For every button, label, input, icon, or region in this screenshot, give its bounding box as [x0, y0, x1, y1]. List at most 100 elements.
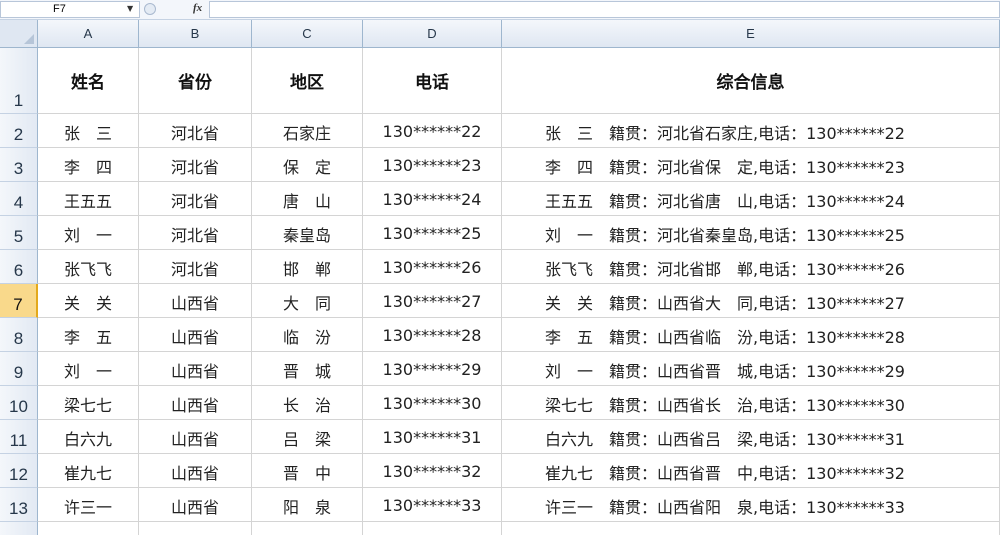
header-cell-d[interactable]: 电话 [363, 48, 502, 114]
cell-e13[interactable]: 许三一 籍贯：山西省阳 泉,电话：130******33 [502, 488, 1000, 522]
column-header-c[interactable]: C [252, 20, 363, 48]
row-header-12[interactable]: 12 [0, 454, 38, 488]
cell-a8[interactable]: 李 五 [38, 318, 139, 352]
cell-b13[interactable]: 山西省 [139, 488, 252, 522]
cell-b7[interactable]: 山西省 [139, 284, 252, 318]
cell-c2[interactable]: 石家庄 [252, 114, 363, 148]
row-header-11[interactable]: 11 [0, 420, 38, 454]
column-header-a[interactable]: A [38, 20, 139, 48]
row-header-14[interactable]: 14 [0, 522, 38, 535]
cell-d10[interactable]: 130******30 [363, 386, 502, 420]
cell-b9[interactable]: 山西省 [139, 352, 252, 386]
cell-e2[interactable]: 张 三 籍贯：河北省石家庄,电话：130******22 [502, 114, 1000, 148]
empty-cell-e14[interactable] [502, 522, 1000, 535]
row-number: 9 [13, 363, 24, 382]
cell-d11[interactable]: 130******31 [363, 420, 502, 454]
cell-b4[interactable]: 河北省 [139, 182, 252, 216]
row-header-7[interactable]: 7 [0, 284, 38, 318]
insert-function-icon[interactable]: fx [193, 1, 202, 16]
cell-d2[interactable]: 130******22 [363, 114, 502, 148]
empty-cell-c14[interactable] [252, 522, 363, 535]
cell-a11[interactable]: 白六九 [38, 420, 139, 454]
row-header-5[interactable]: 5 [0, 216, 38, 250]
cell-c12[interactable]: 晋 中 [252, 454, 363, 488]
row-number: 6 [13, 261, 24, 280]
cell-c7[interactable]: 大 同 [252, 284, 363, 318]
name-box[interactable]: F7 [0, 1, 140, 18]
cell-c13[interactable]: 阳 泉 [252, 488, 363, 522]
cell-e4[interactable]: 王五五 籍贯：河北省唐 山,电话：130******24 [502, 182, 1000, 216]
cell-d3[interactable]: 130******23 [363, 148, 502, 182]
row-header-10[interactable]: 10 [0, 386, 38, 420]
header-cell-e[interactable]: 综合信息 [502, 48, 1000, 114]
row-header-13[interactable]: 13 [0, 488, 38, 522]
cell-e12[interactable]: 崔九七 籍贯：山西省晋 中,电话：130******32 [502, 454, 1000, 488]
row-header-8[interactable]: 8 [0, 318, 38, 352]
cell-e5[interactable]: 刘 一 籍贯：河北省秦皇岛,电话：130******25 [502, 216, 1000, 250]
header-cell-a[interactable]: 姓名 [38, 48, 139, 114]
cell-d12[interactable]: 130******32 [363, 454, 502, 488]
empty-cell-b14[interactable] [139, 522, 252, 535]
cell-b10[interactable]: 山西省 [139, 386, 252, 420]
cell-d9[interactable]: 130******29 [363, 352, 502, 386]
formula-tools: fx [141, 1, 209, 18]
cell-c8[interactable]: 临 汾 [252, 318, 363, 352]
cell-b5[interactable]: 河北省 [139, 216, 252, 250]
cell-b6[interactable]: 河北省 [139, 250, 252, 284]
cell-a3[interactable]: 李 四 [38, 148, 139, 182]
cell-a5[interactable]: 刘 一 [38, 216, 139, 250]
formula-input[interactable] [209, 1, 1000, 18]
header-cell-b[interactable]: 省份 [139, 48, 252, 114]
row-header-2[interactable]: 2 [0, 114, 38, 148]
cell-b8[interactable]: 山西省 [139, 318, 252, 352]
name-box-dropdown-icon[interactable]: ▼ [127, 1, 133, 16]
cell-d13[interactable]: 130******33 [363, 488, 502, 522]
row-header-1[interactable]: 1 [0, 48, 38, 114]
cell-b2[interactable]: 河北省 [139, 114, 252, 148]
header-cell-c[interactable]: 地区 [252, 48, 363, 114]
cell-a12[interactable]: 崔九七 [38, 454, 139, 488]
cell-b3[interactable]: 河北省 [139, 148, 252, 182]
cell-e3[interactable]: 李 四 籍贯：河北省保 定,电话：130******23 [502, 148, 1000, 182]
row-number: 13 [9, 499, 28, 518]
cell-e9[interactable]: 刘 一 籍贯：山西省晋 城,电话：130******29 [502, 352, 1000, 386]
cell-a6[interactable]: 张飞飞 [38, 250, 139, 284]
row-header-9[interactable]: 9 [0, 352, 38, 386]
cell-a7[interactable]: 关 关 [38, 284, 139, 318]
row-number: 10 [9, 397, 28, 416]
cell-c5[interactable]: 秦皇岛 [252, 216, 363, 250]
cell-c6[interactable]: 邯 郸 [252, 250, 363, 284]
row-header-6[interactable]: 6 [0, 250, 38, 284]
cell-a13[interactable]: 许三一 [38, 488, 139, 522]
column-header-d[interactable]: D [363, 20, 502, 48]
column-header-e[interactable]: E [502, 20, 1000, 48]
cell-e7[interactable]: 关 关 籍贯：山西省大 同,电话：130******27 [502, 284, 1000, 318]
cell-a9[interactable]: 刘 一 [38, 352, 139, 386]
select-all-corner[interactable] [0, 20, 38, 48]
cell-d5[interactable]: 130******25 [363, 216, 502, 250]
empty-cell-a14[interactable] [38, 522, 139, 535]
cell-c4[interactable]: 唐 山 [252, 182, 363, 216]
cell-d4[interactable]: 130******24 [363, 182, 502, 216]
cell-d7[interactable]: 130******27 [363, 284, 502, 318]
cell-c9[interactable]: 晋 城 [252, 352, 363, 386]
cell-a4[interactable]: 王五五 [38, 182, 139, 216]
row-header-3[interactable]: 3 [0, 148, 38, 182]
cell-b12[interactable]: 山西省 [139, 454, 252, 488]
cell-c3[interactable]: 保 定 [252, 148, 363, 182]
cell-a2[interactable]: 张 三 [38, 114, 139, 148]
cell-e11[interactable]: 白六九 籍贯：山西省吕 梁,电话：130******31 [502, 420, 1000, 454]
resize-handle-icon[interactable] [144, 3, 156, 15]
column-header-b[interactable]: B [139, 20, 252, 48]
cell-a10[interactable]: 梁七七 [38, 386, 139, 420]
cell-c11[interactable]: 吕 梁 [252, 420, 363, 454]
cell-c10[interactable]: 长 治 [252, 386, 363, 420]
row-header-4[interactable]: 4 [0, 182, 38, 216]
cell-b11[interactable]: 山西省 [139, 420, 252, 454]
cell-e6[interactable]: 张飞飞 籍贯：河北省邯 郸,电话：130******26 [502, 250, 1000, 284]
cell-e10[interactable]: 梁七七 籍贯：山西省长 治,电话：130******30 [502, 386, 1000, 420]
cell-e8[interactable]: 李 五 籍贯：山西省临 汾,电话：130******28 [502, 318, 1000, 352]
empty-cell-d14[interactable] [363, 522, 502, 535]
cell-d6[interactable]: 130******26 [363, 250, 502, 284]
cell-d8[interactable]: 130******28 [363, 318, 502, 352]
